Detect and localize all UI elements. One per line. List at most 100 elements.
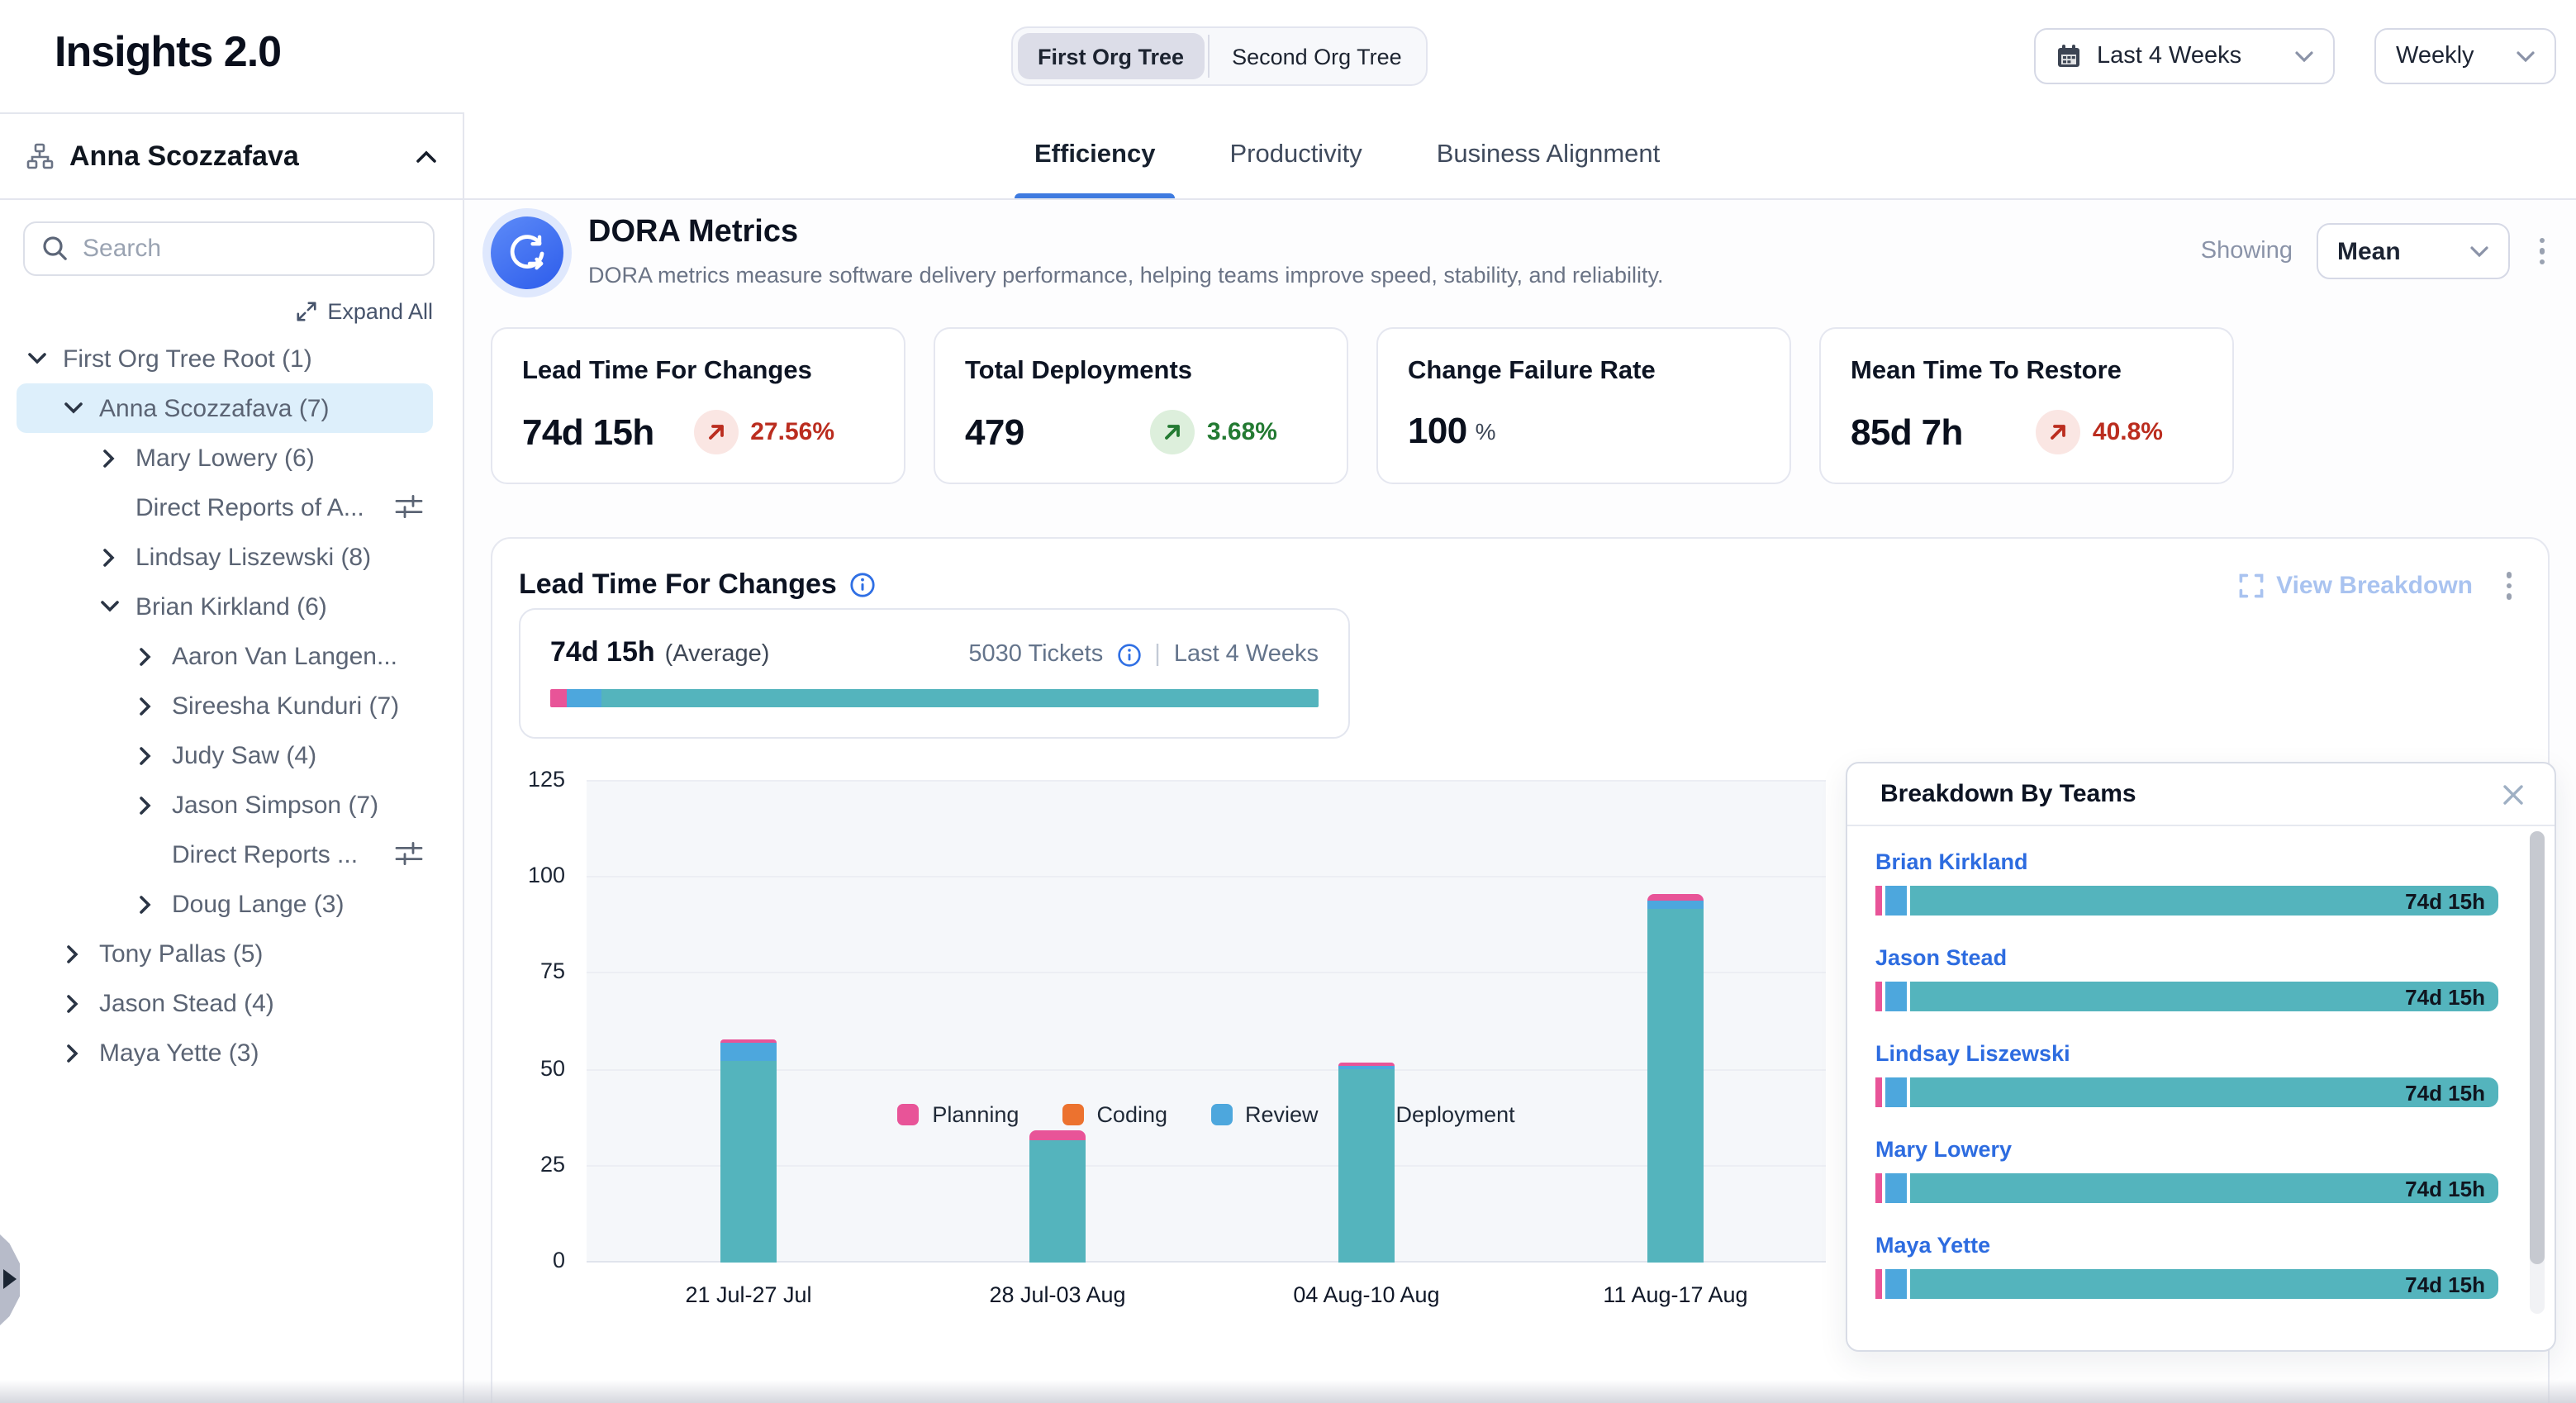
tree-item-sireesha-kunduri-7[interactable]: Sireesha Kunduri (7): [0, 681, 463, 730]
trend-up-icon: [694, 410, 739, 454]
tree-item-doug-lange-3[interactable]: Doug Lange (3): [0, 879, 463, 929]
team-stacked-bar: 74d 15h: [1875, 1077, 2498, 1107]
chevron-down-icon[interactable]: [96, 600, 122, 613]
delta-percent: 3.68%: [1207, 418, 1277, 446]
legend-item-review[interactable]: Review: [1210, 1102, 1319, 1127]
tree-item-brian-kirkland-6[interactable]: Brian Kirkland (6): [0, 582, 463, 631]
org-tree: First Org Tree Root (1)Anna Scozzafava (…: [0, 334, 463, 1077]
chevron-up-icon[interactable]: [416, 150, 436, 163]
team-value: 74d 15h: [2405, 1177, 2485, 1201]
toggle-second-org-tree[interactable]: Second Org Tree: [1212, 33, 1422, 79]
metric-title: Change Failure Rate: [1408, 357, 1760, 387]
tree-item-label: Sireesha Kunduri (7): [172, 692, 399, 720]
team-name-link[interactable]: Jason Stead: [1875, 945, 2498, 970]
bar-segment-deployment: 74d 15h: [1910, 886, 2498, 916]
toggle-divider: [1207, 35, 1209, 78]
tree-item-mary-lowery-6[interactable]: Mary Lowery (6): [0, 433, 463, 483]
team-value: 74d 15h: [2405, 889, 2485, 914]
sidebar-collapse-handle[interactable]: [0, 1234, 20, 1325]
chevron-right-icon[interactable]: [59, 1044, 86, 1062]
date-range-select[interactable]: Last 4 Weeks: [2034, 28, 2335, 84]
chevron-right-icon[interactable]: [59, 944, 86, 963]
lead-time-title: Lead Time For Changes: [519, 569, 837, 602]
close-icon[interactable]: [2495, 776, 2531, 812]
chevron-right-icon[interactable]: [132, 746, 159, 764]
toggle-first-org-tree[interactable]: First Org Tree: [1018, 33, 1204, 79]
tab-bar: Efficiency Productivity Business Alignment: [464, 112, 2576, 200]
chevron-right-icon[interactable]: [96, 449, 122, 467]
tree-item-jason-simpson-7[interactable]: Jason Simpson (7): [0, 780, 463, 830]
tree-item-judy-saw-4[interactable]: Judy Saw (4): [0, 730, 463, 780]
team-name-link[interactable]: Mary Lowery: [1875, 1137, 2498, 1162]
team-stacked-bar: 74d 15h: [1875, 886, 2498, 916]
chevron-down-icon[interactable]: [23, 352, 50, 365]
tree-item-direct-reports-of-a[interactable]: Direct Reports of A...: [0, 483, 463, 532]
legend-label: Planning: [932, 1102, 1019, 1127]
legend-item-planning[interactable]: Planning: [897, 1102, 1019, 1127]
sidebar-person-name: Anna Scozzafava: [69, 140, 416, 173]
legend-item-coding[interactable]: Coding: [1062, 1102, 1167, 1127]
tab-productivity[interactable]: Productivity: [1226, 112, 1365, 198]
filter-sliders-icon[interactable]: [395, 494, 423, 526]
legend-item-deployment[interactable]: Deployment: [1362, 1102, 1515, 1127]
team-name-link[interactable]: Maya Yette: [1875, 1233, 2498, 1258]
panel-scrollbar[interactable]: [2530, 831, 2545, 1314]
legend-swatch: [1362, 1104, 1383, 1125]
bar-segment-deployment: 74d 15h: [1910, 982, 2498, 1011]
tree-item-anna-scozzafava-7[interactable]: Anna Scozzafava (7): [17, 383, 433, 433]
tree-item-aaron-van-langen[interactable]: Aaron Van Langen...: [0, 631, 463, 681]
team-stacked-bar: 74d 15h: [1875, 1173, 2498, 1203]
calendar-icon: [2056, 43, 2082, 69]
search-input[interactable]: [23, 221, 435, 276]
tree-item-direct-reports[interactable]: Direct Reports ...: [0, 830, 463, 879]
tree-item-lindsay-liszewski-8[interactable]: Lindsay Liszewski (8): [0, 532, 463, 582]
tree-item-maya-yette-3[interactable]: Maya Yette (3): [0, 1028, 463, 1077]
sidebar-header[interactable]: Anna Scozzafava: [0, 114, 463, 200]
chart-bar-3[interactable]: [1338, 1063, 1395, 1263]
metric-unit: %: [1476, 418, 1496, 445]
bar-segment-deployment: [720, 1061, 777, 1263]
chevron-down-icon[interactable]: [59, 402, 86, 415]
metric-value: 100: [1408, 410, 1467, 453]
tree-item-first-org-tree-root-1[interactable]: First Org Tree Root (1): [0, 334, 463, 383]
tab-efficiency[interactable]: Efficiency: [1031, 112, 1158, 198]
org-tree-icon: [26, 142, 55, 170]
bar-segment-review: [1885, 1173, 1907, 1203]
tree-item-jason-stead-4[interactable]: Jason Stead (4): [0, 978, 463, 1028]
chevron-right-icon[interactable]: [96, 548, 122, 566]
bar-segment-review: [1885, 982, 1907, 1011]
bar-segment-planning: [1647, 893, 1704, 901]
chevron-right-icon[interactable]: [132, 895, 159, 913]
aggregation-select[interactable]: Mean: [2316, 223, 2509, 279]
chevron-right-icon[interactable]: [59, 994, 86, 1012]
chevron-right-icon[interactable]: [132, 796, 159, 814]
filter-sliders-icon[interactable]: [395, 841, 423, 873]
view-breakdown-button[interactable]: View Breakdown: [2238, 572, 2473, 600]
team-name-link[interactable]: Lindsay Liszewski: [1875, 1041, 2498, 1066]
chart-bar-2[interactable]: [1029, 1130, 1086, 1263]
info-icon[interactable]: [1116, 642, 1141, 667]
tree-item-label: Jason Simpson (7): [172, 791, 378, 819]
dora-menu-button[interactable]: [2532, 231, 2551, 272]
x-axis-label: 21 Jul-27 Jul: [616, 1282, 881, 1307]
lead-time-menu-button[interactable]: [2499, 565, 2518, 606]
info-icon[interactable]: [850, 573, 877, 599]
search-icon: [41, 235, 69, 263]
expand-all-button[interactable]: Expand All: [0, 299, 433, 324]
metric-delta: 40.8%: [2037, 410, 2163, 454]
team-name-link[interactable]: Brian Kirkland: [1875, 849, 2498, 874]
tree-item-label: Jason Stead (4): [99, 989, 274, 1017]
tree-item-label: Tony Pallas (5): [99, 939, 263, 968]
chevron-right-icon[interactable]: [132, 647, 159, 665]
granularity-select[interactable]: Weekly: [2374, 28, 2556, 84]
bar-segment-deployment: [1029, 1140, 1086, 1263]
bar-segment-planning: [1875, 1077, 1882, 1107]
metric-cards: Lead Time For Changes74d 15h27.56%Total …: [491, 327, 2234, 484]
chevron-right-icon[interactable]: [132, 697, 159, 715]
tab-business-alignment[interactable]: Business Alignment: [1433, 112, 1664, 198]
avg-segment-deployment: [601, 689, 1319, 707]
chart-bar-1[interactable]: [720, 1039, 777, 1263]
tree-item-tony-pallas-5[interactable]: Tony Pallas (5): [0, 929, 463, 978]
team-value: 74d 15h: [2405, 1272, 2485, 1297]
chart-bar-4[interactable]: [1647, 893, 1704, 1263]
